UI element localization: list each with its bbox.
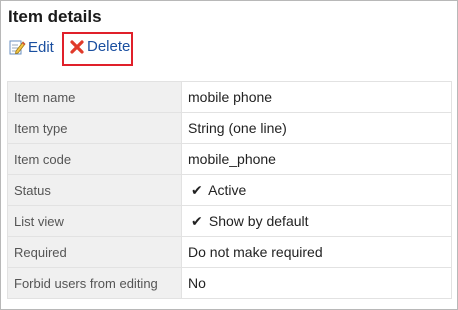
table-row: Item code mobile_phone	[7, 143, 452, 175]
pencil-edit-icon	[8, 38, 26, 56]
table-row: Item name mobile phone	[7, 81, 452, 113]
row-value: No	[181, 267, 452, 299]
table-row: Forbid users from editing No	[7, 267, 452, 299]
row-label: Item type	[7, 112, 182, 144]
list-view-value: Show by default	[208, 212, 309, 229]
row-value: ✔ Show by default	[181, 205, 452, 237]
table-row: Item type String (one line)	[7, 112, 452, 144]
checkmark-icon: ✔	[191, 181, 203, 198]
row-label: Item code	[7, 143, 182, 175]
details-table: Item name mobile phone Item type String …	[7, 81, 452, 299]
row-label: Required	[7, 236, 182, 268]
page-title: Item details	[8, 7, 102, 26]
edit-label: Edit	[28, 38, 54, 56]
table-row: List view ✔ Show by default	[7, 205, 452, 237]
row-label: Forbid users from editing	[7, 267, 182, 299]
red-x-icon	[69, 39, 85, 55]
row-label: List view	[7, 205, 182, 237]
item-details-panel: Item details Edit Delete Item name mobil…	[0, 0, 458, 310]
table-row: Required Do not make required	[7, 236, 452, 268]
row-label: Item name	[7, 81, 182, 113]
row-value: String (one line)	[181, 112, 452, 144]
table-row: Status ✔ Active	[7, 174, 452, 206]
row-value: mobile_phone	[181, 143, 452, 175]
row-value: ✔ Active	[181, 174, 452, 206]
row-value: Do not make required	[181, 236, 452, 268]
status-value: Active	[208, 181, 247, 198]
row-label: Status	[7, 174, 182, 206]
row-value: mobile phone	[181, 81, 452, 113]
delete-label: Delete	[87, 38, 131, 55]
edit-link[interactable]: Edit	[8, 38, 54, 56]
checkmark-icon: ✔	[191, 212, 203, 229]
delete-link[interactable]: Delete	[69, 38, 130, 55]
